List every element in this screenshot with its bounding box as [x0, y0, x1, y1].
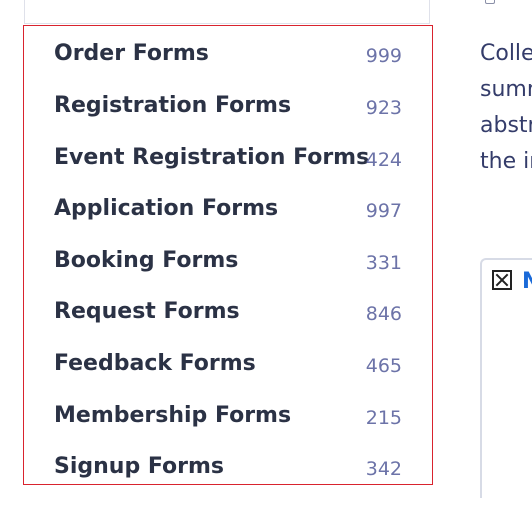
- category-item-request-forms[interactable]: Request Forms 846: [54, 292, 402, 332]
- category-count: 923: [365, 97, 402, 119]
- category-item-event-registration-forms[interactable]: Event Registration Forms 424: [54, 138, 402, 178]
- category-name: Request Forms: [54, 299, 240, 324]
- category-name: Order Forms: [54, 41, 209, 66]
- category-list: Order Forms 999 Registration Forms 923 E…: [23, 25, 433, 485]
- category-name: Booking Forms: [54, 248, 239, 273]
- description-line: the ir: [480, 149, 532, 174]
- template-card-link[interactable]: N: [522, 266, 532, 298]
- category-description: Colle sumn abstr the ir: [480, 36, 532, 180]
- category-count: 342: [365, 458, 402, 480]
- category-item-registration-forms[interactable]: Registration Forms 923: [54, 86, 402, 126]
- category-name: Registration Forms: [54, 93, 292, 118]
- category-name: Application Forms: [54, 196, 279, 221]
- category-name: Signup Forms: [54, 454, 224, 479]
- category-count: 424: [365, 149, 402, 171]
- category-item-membership-forms[interactable]: Membership Forms 215: [54, 396, 402, 436]
- category-item-signup-forms[interactable]: Signup Forms 342: [54, 447, 402, 484]
- category-name: Membership Forms: [54, 403, 292, 428]
- category-item-application-forms[interactable]: Application Forms 997: [54, 189, 402, 229]
- category-count: 215: [365, 407, 402, 429]
- previous-panel: [24, 0, 430, 24]
- clipboard-icon: [485, 0, 495, 4]
- description-line: sumn: [480, 77, 532, 102]
- category-name: Feedback Forms: [54, 351, 256, 376]
- category-name: Event Registration Forms: [54, 145, 370, 170]
- page: Order Forms 999 Registration Forms 923 E…: [0, 0, 532, 509]
- description-line: Colle: [480, 41, 532, 66]
- category-count: 999: [365, 45, 402, 67]
- category-count: 465: [365, 355, 402, 377]
- category-item-feedback-forms[interactable]: Feedback Forms 465: [54, 344, 402, 384]
- category-item-order-forms[interactable]: Order Forms 999: [54, 34, 402, 74]
- category-count: 997: [365, 200, 402, 222]
- category-count: 331: [365, 252, 402, 274]
- broken-image-icon: [492, 270, 512, 290]
- description-line: abstr: [480, 113, 532, 138]
- category-count: 846: [365, 303, 402, 325]
- category-item-booking-forms[interactable]: Booking Forms 331: [54, 241, 402, 281]
